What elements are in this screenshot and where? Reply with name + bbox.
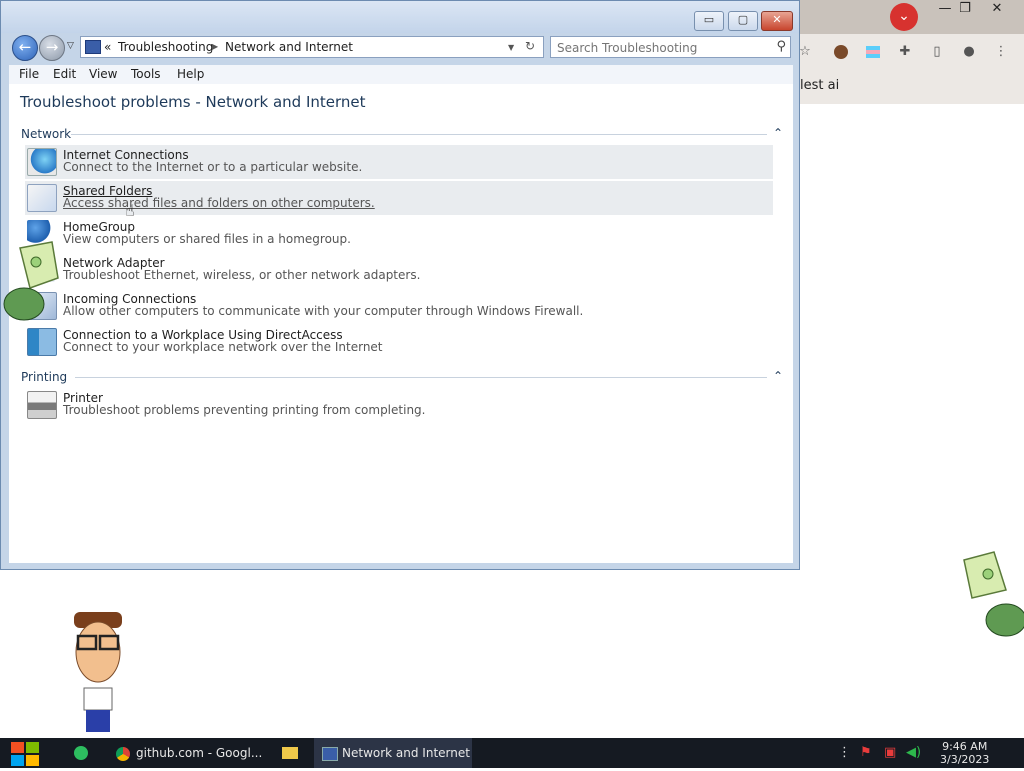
profile-icon[interactable]: ● <box>960 43 978 61</box>
menu-file[interactable]: File <box>19 67 39 81</box>
menu-help[interactable]: Help <box>177 67 204 81</box>
item-description[interactable]: Allow other computers to communicate wit… <box>63 304 583 318</box>
group-header-network: Network <box>21 127 72 141</box>
page-title: Troubleshoot problems - Network and Inte… <box>20 93 366 111</box>
group-divider <box>71 134 767 135</box>
item-description[interactable]: View computers or shared files in a home… <box>63 232 351 246</box>
troubleshooter-printer[interactable]: Printer Troubleshoot problems preventing… <box>25 388 773 422</box>
troubleshooter-shared-folders[interactable]: Shared Folders Access shared files and f… <box>25 181 773 215</box>
evernote-icon <box>74 746 88 760</box>
item-description[interactable]: Connect to your workplace network over t… <box>63 340 383 354</box>
troubleshooter-homegroup[interactable]: HomeGroup View computers or shared files… <box>25 217 773 251</box>
item-description[interactable]: Access shared files and folders on other… <box>63 196 375 210</box>
printer-icon <box>27 391 57 419</box>
taskbar-task-label: Network and Internet <box>342 746 470 760</box>
search-box[interactable]: ⚲ <box>550 36 791 58</box>
taskbar: github.com - Googl... Network and Intern… <box>0 738 1024 768</box>
gem-character-sticker <box>963 551 1024 637</box>
address-bar[interactable]: « Troubleshooting ▶ Network and Internet… <box>80 36 544 58</box>
clock-date: 3/3/2023 <box>940 753 990 766</box>
extensions-puzzle-icon[interactable]: ✚ <box>896 43 914 61</box>
cartoon-man-sticker <box>74 612 122 732</box>
item-description[interactable]: Connect to the Internet or to a particul… <box>63 160 362 174</box>
control-panel-icon <box>85 40 101 54</box>
collapse-network-chevron-icon[interactable]: ⌃ <box>773 126 783 140</box>
browser-menu-icon[interactable]: ⋮ <box>992 43 1010 61</box>
overflow-tray-icon[interactable]: ⋮ <box>838 746 851 760</box>
item-description[interactable]: Troubleshoot Ethernet, wireless, or othe… <box>63 268 420 282</box>
file-explorer-taskbar-button[interactable] <box>276 738 304 768</box>
menu-tools[interactable]: Tools <box>131 67 161 81</box>
minimize-button[interactable]: ▭ <box>694 11 724 31</box>
breadcrumb-separator-icon[interactable]: ▶ <box>212 42 218 51</box>
search-icon[interactable]: ⚲ <box>776 39 786 54</box>
troubleshooter-network-adapter[interactable]: Network Adapter Troubleshoot Ethernet, w… <box>25 253 773 287</box>
control-panel-icon <box>322 746 338 761</box>
breadcrumb-network-and-internet[interactable]: Network and Internet <box>225 40 353 54</box>
troubleshooter-incoming-connections[interactable]: Incoming Connections Allow other compute… <box>25 289 773 323</box>
network-status-icon[interactable]: ▣ <box>884 746 896 760</box>
system-clock[interactable]: 9:46 AM 3/3/2023 <box>940 740 989 766</box>
workplace-icon <box>27 328 57 356</box>
refresh-icon[interactable]: ↻ <box>525 39 535 53</box>
extension-flag-icon[interactable] <box>864 43 882 61</box>
group-header-printing: Printing <box>21 370 68 384</box>
title-bar[interactable]: ▭ ▢ ✕ <box>1 1 799 33</box>
troubleshooter-internet-connections[interactable]: Internet Connections Connect to the Inte… <box>25 145 773 179</box>
volume-icon[interactable]: ◀) <box>906 746 921 760</box>
side-panel-icon[interactable]: ▯ <box>928 43 946 61</box>
tab-search-button[interactable]: ⌄ <box>890 3 918 31</box>
breadcrumb-overflow[interactable]: « <box>104 40 111 54</box>
breadcrumb-troubleshooting[interactable]: Troubleshooting <box>118 40 213 54</box>
back-arrow-icon: ← <box>18 38 32 56</box>
maximize-button[interactable]: ▢ <box>728 11 758 31</box>
back-button[interactable]: ← <box>12 35 38 61</box>
action-center-flag-icon[interactable]: ⚑ <box>860 746 872 760</box>
gem-character-sticker <box>3 241 59 321</box>
browser-close-button[interactable]: ✕ <box>980 0 1014 18</box>
menu-bar: File Edit View Tools Help <box>9 65 793 85</box>
troubleshooter-directaccess[interactable]: Connection to a Workplace Using DirectAc… <box>25 325 773 359</box>
shared-folder-icon <box>27 184 57 212</box>
forward-button[interactable]: → <box>39 35 65 61</box>
start-button[interactable] <box>8 741 42 767</box>
troubleshooting-window: ▭ ▢ ✕ ← → ▽ « Troubleshooting ▶ Network … <box>0 0 800 570</box>
item-description[interactable]: Troubleshoot problems preventing printin… <box>63 403 425 417</box>
taskbar-task-chrome[interactable]: github.com - Googl... <box>108 738 262 768</box>
folder-icon <box>282 747 298 759</box>
collapse-printing-chevron-icon[interactable]: ⌃ <box>773 369 783 383</box>
close-button[interactable]: ✕ <box>761 11 793 31</box>
extension-avatar-icon[interactable] <box>832 43 850 61</box>
taskbar-task-network-and-internet[interactable]: Network and Internet <box>314 738 472 768</box>
recent-pages-dropdown[interactable]: ▽ <box>67 41 74 51</box>
browser-restore-button[interactable]: ❐ <box>948 0 982 18</box>
forward-arrow-icon: → <box>45 38 59 56</box>
globe-icon <box>27 148 57 176</box>
hand-cursor-icon: ☝ <box>125 201 135 220</box>
group-divider <box>75 377 767 378</box>
clock-time: 9:46 AM <box>942 740 988 753</box>
evernote-taskbar-button[interactable] <box>70 738 94 768</box>
bookmark-item[interactable]: lest ai <box>800 78 839 93</box>
address-dropdown-icon[interactable]: ▼ <box>508 43 514 52</box>
content-pane: Troubleshoot problems - Network and Inte… <box>9 84 793 563</box>
chrome-icon <box>116 746 130 761</box>
menu-edit[interactable]: Edit <box>53 67 76 81</box>
taskbar-task-label: github.com - Googl... <box>136 746 263 760</box>
menu-view[interactable]: View <box>89 67 117 81</box>
search-input[interactable] <box>555 39 769 57</box>
